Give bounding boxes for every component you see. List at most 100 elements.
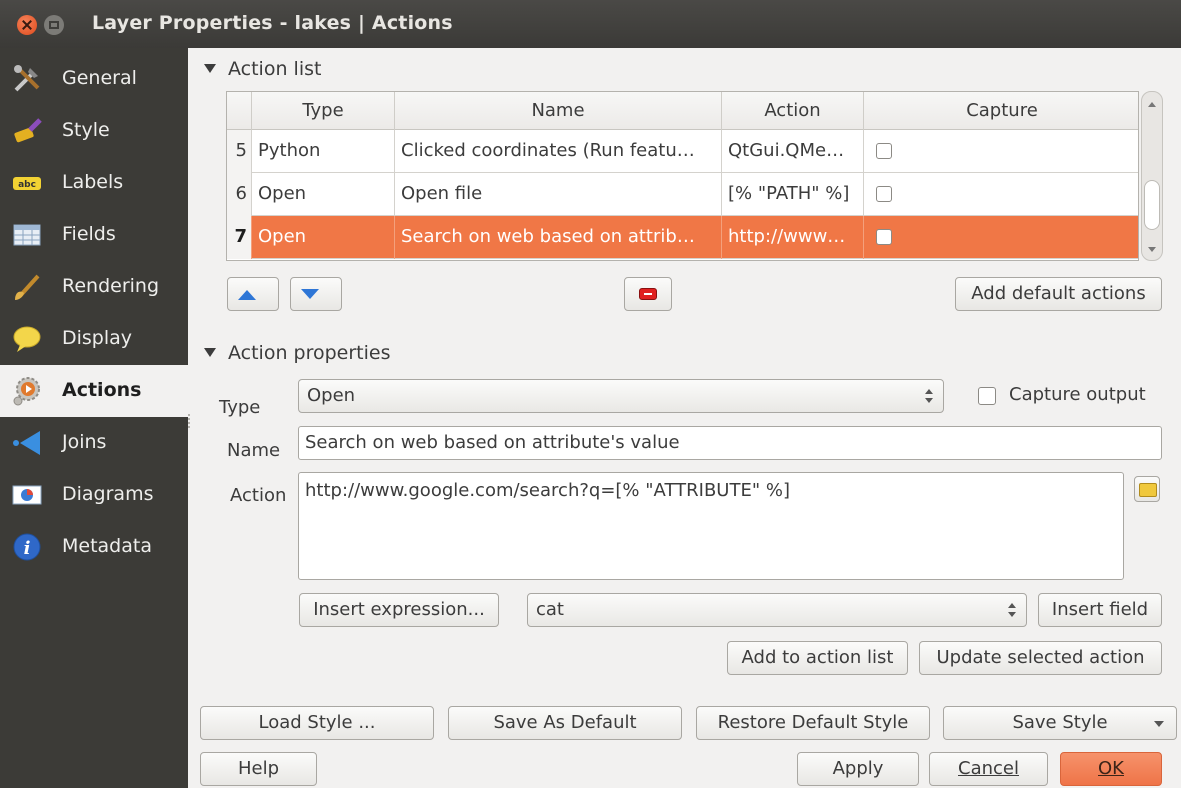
sidebar-item-diagrams[interactable]: Diagrams	[0, 469, 188, 521]
action-list-header[interactable]: Action list	[204, 58, 321, 80]
sidebar-item-labels[interactable]: abc Labels	[0, 157, 188, 209]
column-header-capture[interactable]: Capture	[864, 92, 1138, 130]
scroll-up-icon[interactable]	[1148, 102, 1156, 107]
cell-type[interactable]: Python	[252, 130, 395, 173]
speech-bubble-icon	[13, 326, 41, 352]
insert-field-button[interactable]: Insert field	[1038, 593, 1162, 627]
sidebar-item-metadata[interactable]: i Metadata	[0, 521, 188, 573]
sidebar-item-rendering[interactable]: Rendering	[0, 261, 188, 313]
action-list-title: Action list	[228, 58, 322, 80]
spinner-arrows-icon	[925, 389, 933, 403]
name-field[interactable]: Search on web based on attribute's value	[298, 426, 1162, 460]
action-table[interactable]: Type Name Action Capture 5 Python Clicke…	[226, 91, 1139, 261]
cell-type[interactable]: Open	[252, 173, 395, 216]
pie-diagram-icon	[12, 485, 42, 505]
insert-expression-button[interactable]: Insert expression...	[299, 593, 499, 627]
action-properties-header[interactable]: Action properties	[204, 342, 391, 364]
sidebar-item-style[interactable]: Style	[0, 105, 188, 157]
minimize-window-icon[interactable]	[44, 15, 64, 35]
add-default-actions-button[interactable]: Add default actions	[955, 277, 1162, 311]
remove-icon	[639, 288, 657, 300]
capture-checkbox[interactable]	[876, 186, 892, 202]
close-window-icon[interactable]	[17, 15, 37, 35]
table-header: Type Name Action Capture	[227, 92, 1138, 130]
collapse-triangle-icon	[204, 64, 216, 73]
sidebar-item-label: Metadata	[62, 535, 152, 557]
sidebar-item-label: Labels	[62, 171, 124, 193]
table-row[interactable]: 5 Python Clicked coordinates (Run featu……	[227, 130, 1138, 173]
paintbrush-icon	[14, 118, 42, 143]
abc-label-icon: abc	[13, 177, 41, 190]
table-row[interactable]: 6 Open Open file [% "PATH" %]	[227, 173, 1138, 216]
dropdown-arrow-icon[interactable]	[1154, 721, 1164, 727]
sidebar-item-joins[interactable]: Joins	[0, 417, 188, 469]
window-title: Layer Properties - lakes | Actions	[92, 12, 453, 34]
title-bar: Layer Properties - lakes | Actions	[0, 0, 1181, 48]
sidebar: General Style abc Labels Fields Renderin…	[0, 48, 188, 788]
cell-name[interactable]: Search on web based on attrib…	[395, 216, 722, 259]
cancel-button-label: Cancel	[958, 758, 1019, 779]
capture-checkbox[interactable]	[876, 143, 892, 159]
move-up-button[interactable]	[227, 277, 279, 311]
field-select[interactable]: cat	[527, 593, 1027, 627]
capture-checkbox[interactable]	[876, 229, 892, 245]
cell-name[interactable]: Clicked coordinates (Run featu…	[395, 130, 722, 173]
remove-action-button[interactable]	[624, 277, 672, 311]
update-selected-action-button[interactable]: Update selected action	[919, 641, 1162, 675]
load-style-button[interactable]: Load Style ...	[200, 706, 434, 740]
scrollbar-thumb[interactable]	[1144, 180, 1160, 230]
arrow-up-icon	[238, 290, 256, 300]
action-label: Action	[230, 485, 287, 506]
apply-button[interactable]: Apply	[797, 752, 919, 786]
type-select[interactable]: Open	[298, 379, 944, 413]
sidebar-item-fields[interactable]: Fields	[0, 209, 188, 261]
sidebar-item-general[interactable]: General	[0, 53, 188, 105]
action-textarea[interactable]: http://www.google.com/search?q=[% "ATTRI…	[298, 472, 1124, 580]
collapse-triangle-icon	[204, 348, 216, 357]
save-as-default-button[interactable]: Save As Default	[448, 706, 682, 740]
sidebar-item-actions[interactable]: Actions	[0, 365, 188, 417]
spinner-arrows-icon	[1008, 603, 1016, 617]
move-down-button[interactable]	[290, 277, 342, 311]
sidebar-item-label: Rendering	[62, 275, 160, 297]
cell-capture	[864, 173, 1138, 216]
svg-text:i: i	[24, 538, 31, 559]
table-row-selected[interactable]: 7 Open Search on web based on attrib… ht…	[227, 216, 1138, 259]
row-number: 5	[227, 130, 252, 173]
cell-action[interactable]: [% "PATH" %]	[722, 173, 864, 216]
cancel-button[interactable]: Cancel	[929, 752, 1048, 786]
browse-folder-button[interactable]	[1134, 476, 1160, 502]
cell-capture	[864, 130, 1138, 173]
scroll-down-icon[interactable]	[1148, 247, 1156, 252]
help-button[interactable]: Help	[200, 752, 317, 786]
sidebar-item-label: Joins	[62, 431, 107, 453]
sidebar-item-label: Diagrams	[62, 483, 154, 505]
save-style-button[interactable]: Save Style	[943, 706, 1177, 740]
add-to-action-list-button[interactable]: Add to action list	[727, 641, 908, 675]
column-header-name[interactable]: Name	[395, 92, 722, 130]
tools-icon	[14, 65, 40, 92]
splitter-handle[interactable]	[188, 414, 192, 428]
sidebar-item-display[interactable]: Display	[0, 313, 188, 365]
type-label: Type	[219, 397, 261, 418]
table-scrollbar[interactable]	[1141, 91, 1163, 261]
sidebar-item-label: Style	[62, 119, 110, 141]
ok-button[interactable]: OK	[1060, 752, 1162, 786]
cell-action[interactable]: QtGui.QMe…	[722, 130, 864, 173]
column-header-action[interactable]: Action	[722, 92, 864, 130]
sidebar-item-label: Display	[62, 327, 133, 349]
save-style-label: Save Style	[1012, 712, 1108, 733]
row-number: 6	[227, 173, 252, 216]
type-select-value: Open	[307, 385, 356, 406]
cell-action[interactable]: http://www…	[722, 216, 864, 259]
cell-name[interactable]: Open file	[395, 173, 722, 216]
sidebar-item-label: Fields	[62, 223, 116, 245]
capture-output-label: Capture output	[1009, 384, 1146, 405]
cell-capture	[864, 216, 1138, 259]
field-select-value: cat	[536, 599, 564, 620]
column-header-type[interactable]: Type	[252, 92, 395, 130]
cell-type[interactable]: Open	[252, 216, 395, 259]
sidebar-item-label: Actions	[62, 379, 142, 401]
capture-output-checkbox[interactable]	[978, 387, 996, 405]
restore-default-style-button[interactable]: Restore Default Style	[696, 706, 930, 740]
